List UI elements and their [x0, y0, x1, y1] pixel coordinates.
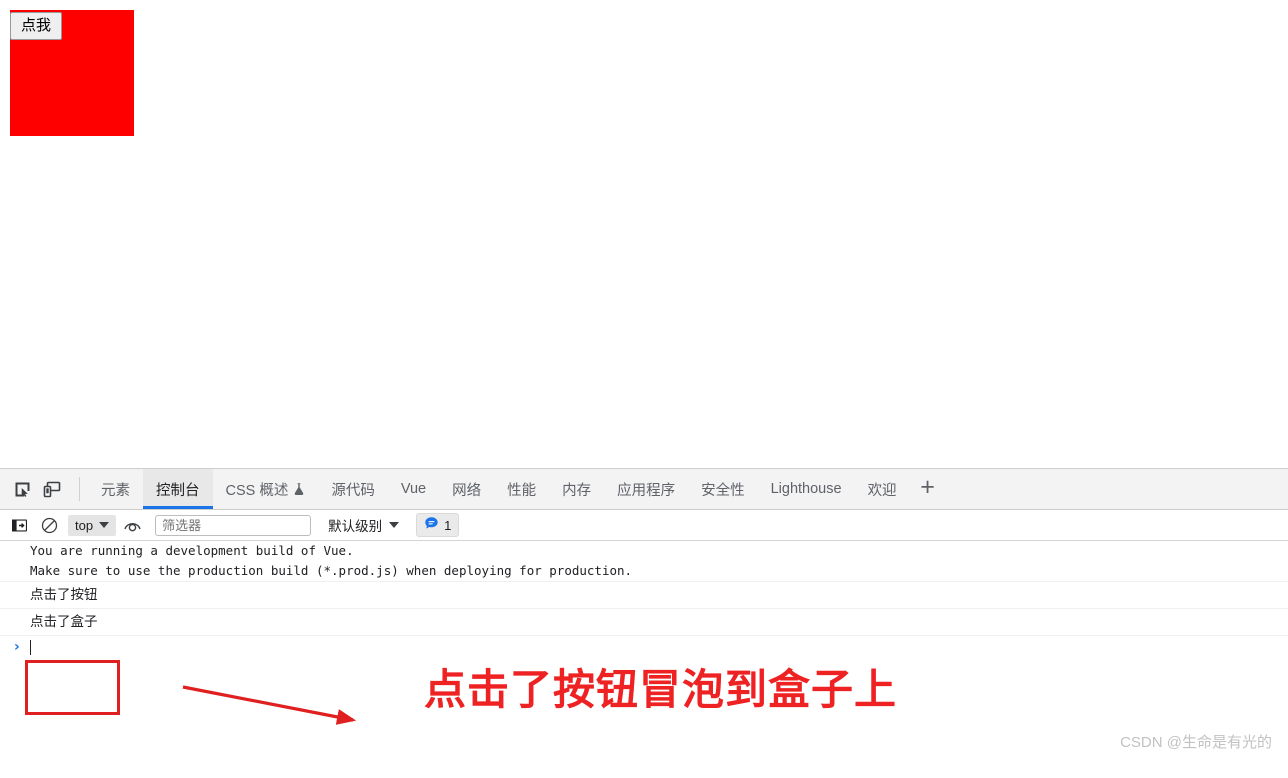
tab-label: 欢迎 [867, 482, 897, 499]
console-sidebar-toggle-icon[interactable] [6, 513, 33, 537]
tab-label: Vue [400, 481, 427, 497]
annotation-arrow-icon [182, 685, 357, 725]
tab-security[interactable]: 安全性 [688, 469, 758, 509]
console-filter-input[interactable] [155, 514, 312, 536]
click-me-button[interactable]: 点我 [10, 12, 63, 40]
tab-sources[interactable]: 源代码 [318, 469, 388, 509]
device-toolbar-icon[interactable] [37, 469, 67, 509]
tab-label: 应用程序 [617, 482, 676, 499]
toolbar-divider [79, 477, 80, 501]
execution-context-select[interactable]: top [68, 514, 117, 536]
tab-elements[interactable]: 元素 [88, 469, 143, 509]
tab-label: 网络 [452, 482, 482, 499]
issues-count: 1 [444, 517, 452, 533]
chevron-down-icon [389, 522, 400, 528]
devtools-tabstrip: 元素 控制台 CSS 概述 源代码 Vue 网络 性能 内存 应用程序 安全性 … [0, 469, 1288, 510]
console-message: Make sure to use the production build (*… [0, 561, 1288, 582]
add-tab-button[interactable]: + [910, 469, 946, 509]
inspect-element-icon[interactable] [7, 469, 37, 509]
tab-network[interactable]: 网络 [439, 469, 494, 509]
devtools-panel: 元素 控制台 CSS 概述 源代码 Vue 网络 性能 内存 应用程序 安全性 … [0, 468, 1288, 778]
tab-console[interactable]: 控制台 [143, 469, 213, 509]
tab-welcome[interactable]: 欢迎 [855, 469, 910, 509]
console-message: 点击了按钮 [0, 582, 1288, 609]
flask-icon [293, 482, 305, 496]
tab-label: 源代码 [331, 482, 375, 499]
tab-lighthouse[interactable]: Lighthouse [758, 469, 855, 509]
tab-css-overview[interactable]: CSS 概述 [213, 469, 319, 509]
tab-label: 控制台 [156, 482, 200, 499]
issues-badge[interactable]: 1 [416, 513, 460, 537]
tab-performance[interactable]: 性能 [494, 469, 549, 509]
tab-label: 元素 [101, 482, 130, 499]
live-expression-eye-icon[interactable] [119, 513, 146, 537]
console-toolbar: top 默认级别 1 [0, 510, 1288, 541]
log-level-select[interactable]: 默认级别 [328, 515, 400, 535]
console-message: 点击了盒子 [0, 609, 1288, 636]
context-label: top [75, 517, 94, 533]
prompt-caret-icon: › [14, 639, 20, 655]
text-cursor [29, 639, 31, 655]
tab-label: 安全性 [701, 482, 745, 499]
annotation-highlight-box [25, 660, 120, 715]
tab-label: CSS 概述 [225, 482, 289, 499]
page-viewport: 点我 [0, 0, 1288, 468]
issues-bubble-icon [424, 516, 439, 534]
annotation-caption: 点击了按钮冒泡到盒子上 [424, 665, 898, 714]
console-message: You are running a development build of V… [30, 543, 354, 558]
chevron-down-icon [99, 522, 110, 528]
clear-console-icon[interactable] [36, 513, 63, 537]
tab-label: Lighthouse [770, 481, 842, 497]
tab-label: 性能 [507, 482, 537, 499]
tab-memory[interactable]: 内存 [549, 469, 604, 509]
log-level-label: 默认级别 [328, 519, 383, 534]
tab-label: 内存 [562, 482, 592, 499]
console-prompt[interactable]: › [0, 636, 1288, 658]
tab-application[interactable]: 应用程序 [604, 469, 688, 509]
tab-vue[interactable]: Vue [388, 469, 439, 509]
watermark: CSDN @生命是有光的 [1120, 734, 1272, 751]
